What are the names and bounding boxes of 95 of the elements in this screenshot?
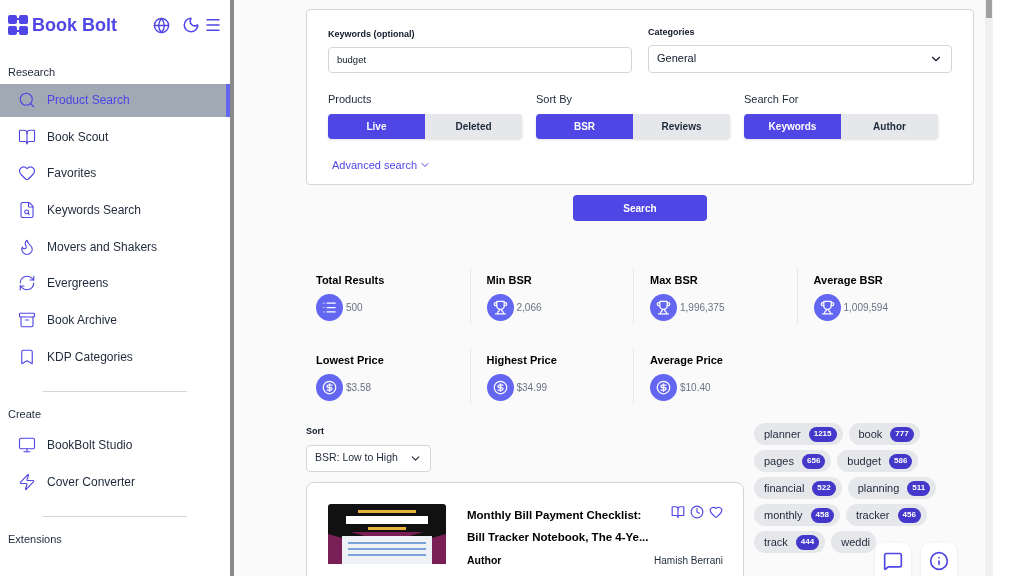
section-heading: Extensions xyxy=(7,531,63,547)
count-badge: 511 xyxy=(907,480,931,496)
stat-value: $3.58 xyxy=(346,380,372,395)
stat-value: 1,996,375 xyxy=(680,300,725,315)
lightning-icon xyxy=(18,472,36,491)
keyword-tag[interactable]: weddi xyxy=(831,531,876,553)
search-button[interactable]: Search xyxy=(573,195,707,221)
chat-icon xyxy=(883,551,903,571)
sort-dropdown[interactable]: BSR: Low to High xyxy=(306,444,431,472)
nav-item[interactable]: BookBolt Studio xyxy=(0,428,230,462)
advanced-search-link[interactable]: Advanced search xyxy=(332,157,431,174)
nav-item[interactable]: Movers and Shakers xyxy=(0,230,230,264)
info-button[interactable] xyxy=(921,543,957,576)
monitor-icon xyxy=(18,436,36,454)
keyword-tag[interactable]: pages 656 xyxy=(754,450,832,472)
book-icon[interactable] xyxy=(671,504,685,519)
list-icon xyxy=(316,293,343,321)
toggle-option[interactable]: Deleted xyxy=(425,114,522,139)
stat-label: Total Results xyxy=(316,273,386,288)
stat-value: 1,009,594 xyxy=(843,300,888,315)
author-name: Hamish Berrani xyxy=(654,553,723,568)
clock-icon[interactable] xyxy=(690,504,704,519)
keyword-tag[interactable]: budget 586 xyxy=(837,450,919,472)
field-label: Search For xyxy=(744,91,800,107)
nav-item[interactable]: Favorites xyxy=(0,156,230,190)
stat-label: Highest Price xyxy=(486,353,558,368)
field-label: Products xyxy=(328,91,373,107)
toggle-option[interactable]: Author xyxy=(841,114,938,139)
nav-item[interactable]: Cover Converter xyxy=(0,465,230,499)
trophy-icon xyxy=(813,293,841,321)
book-title[interactable]: Monthly Bill Payment Checklist: Bill Tracker Notebook, The 4-Ye... xyxy=(467,503,662,548)
count-badge: 522 xyxy=(812,480,836,496)
keyword-tag[interactable]: planner 1215 xyxy=(754,423,843,445)
section-heading: Create xyxy=(7,407,43,422)
keyword-tag[interactable]: planning 511 xyxy=(847,477,937,499)
toggle-option[interactable]: BSR xyxy=(536,114,633,139)
heart-icon xyxy=(18,164,36,183)
chat-button[interactable] xyxy=(875,543,911,576)
scrollbar-thumb[interactable] xyxy=(986,0,992,18)
globe-icon[interactable] xyxy=(153,16,170,34)
field-label: Categories xyxy=(648,26,696,39)
stat-label: Max BSR xyxy=(650,273,699,288)
toggle-option[interactable]: Keywords xyxy=(744,114,841,139)
field-label: Sort xyxy=(306,425,325,438)
stat-label: Average Price xyxy=(650,353,724,368)
stat-label: Min BSR xyxy=(486,273,533,288)
bookmark-icon xyxy=(18,347,36,366)
dollar-icon xyxy=(650,373,677,401)
section-heading: Research xyxy=(7,65,57,80)
stat-value: 500 xyxy=(346,300,363,315)
trophy-icon xyxy=(650,293,677,321)
logo-icon xyxy=(8,15,28,35)
count-badge: 777 xyxy=(890,426,914,442)
count-badge: 1215 xyxy=(808,426,837,442)
field-label: Sort By xyxy=(536,91,574,107)
nav-item[interactable]: Evergreens xyxy=(0,266,230,300)
archive-icon xyxy=(18,311,36,330)
keyword-tag[interactable]: tracker 456 xyxy=(845,504,927,526)
flame-icon xyxy=(18,237,36,256)
dollar-icon xyxy=(486,373,514,401)
heart-icon[interactable] xyxy=(709,504,723,519)
toggle-option[interactable]: Reviews xyxy=(633,114,730,139)
keyword-tag[interactable]: track 444 xyxy=(754,531,826,553)
refresh-icon xyxy=(18,274,36,293)
categories-dropdown[interactable]: General xyxy=(648,44,952,73)
keywords-field[interactable]: budget xyxy=(328,46,632,73)
keyword-tag[interactable]: financial 522 xyxy=(754,477,842,499)
nav-item[interactable]: Book Scout xyxy=(0,120,230,154)
file-search-icon xyxy=(18,201,36,220)
nav-item[interactable]: Book Archive xyxy=(0,303,230,337)
count-badge: 456 xyxy=(897,507,921,523)
moon-icon[interactable] xyxy=(182,16,200,34)
count-badge: 586 xyxy=(889,453,913,469)
count-badge: 656 xyxy=(802,453,826,469)
keyword-tag[interactable]: book 777 xyxy=(848,423,920,445)
field-label: Keywords (optional) xyxy=(328,28,416,41)
menu-icon[interactable] xyxy=(204,16,222,34)
stat-label: Average BSR xyxy=(813,273,884,288)
stat-label: Lowest Price xyxy=(316,353,385,368)
trophy-icon xyxy=(486,293,514,321)
toggle-option[interactable]: Live xyxy=(328,114,425,139)
count-badge: 458 xyxy=(810,507,834,523)
stat-value: 2,066 xyxy=(516,300,542,315)
count-badge: 444 xyxy=(795,534,820,550)
info-icon xyxy=(929,551,949,571)
author-label: Author xyxy=(467,552,502,568)
brand-name: Book Bolt xyxy=(32,13,117,37)
keyword-tag[interactable]: monthly 458 xyxy=(754,504,840,526)
search-icon xyxy=(18,91,36,109)
nav-item[interactable]: Keywords Search xyxy=(0,193,230,227)
stat-value: $34.99 xyxy=(516,380,548,395)
dollar-icon xyxy=(316,373,343,401)
book-icon xyxy=(18,127,36,146)
nav-item[interactable]: KDP Categories xyxy=(0,340,230,374)
stat-value: $10.40 xyxy=(680,380,711,395)
